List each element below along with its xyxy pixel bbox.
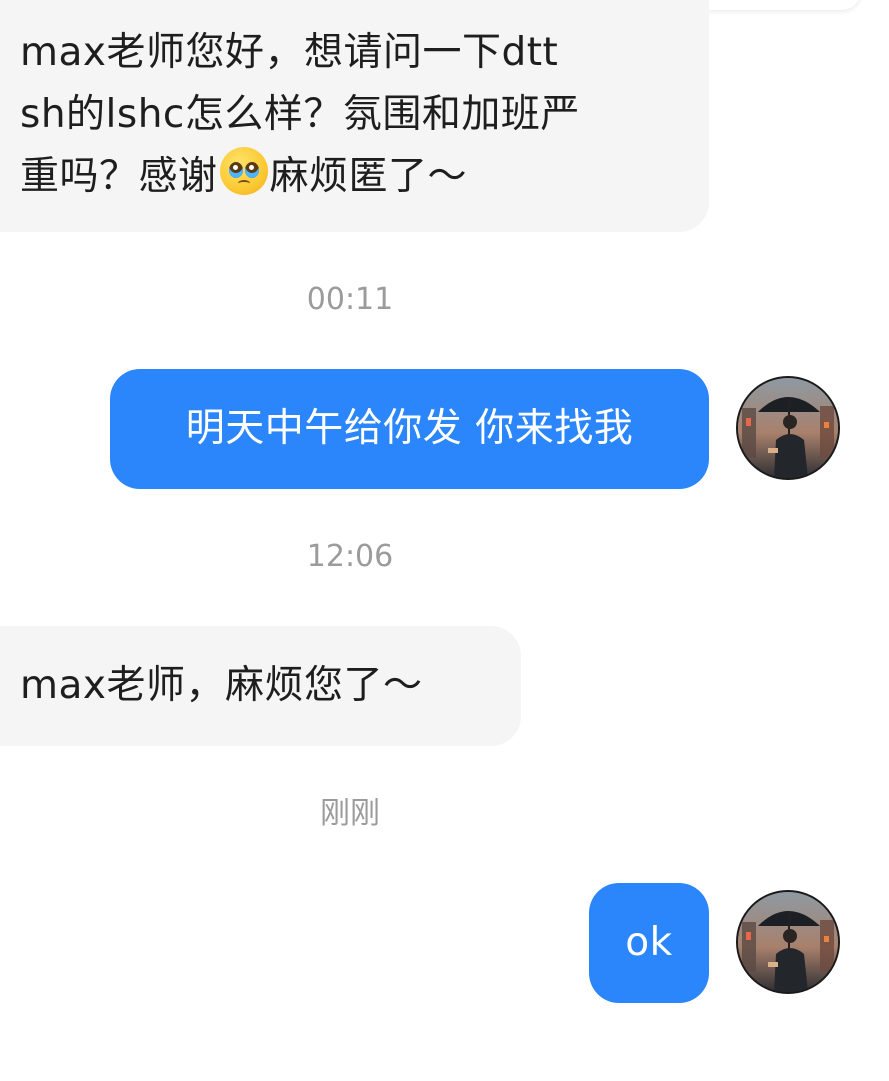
user-avatar-icon[interactable]: [736, 890, 840, 994]
message-text-line: 重吗？感谢 麻烦匿了～: [20, 146, 689, 208]
incoming-message-bubble[interactable]: max老师，麻烦您了～: [0, 626, 521, 746]
message-timestamp: 12:06: [306, 539, 394, 574]
message-timestamp: 刚刚: [320, 796, 380, 831]
man-with-umbrella-icon: [738, 892, 838, 992]
message-text-segment: 麻烦匿了～: [269, 154, 468, 199]
pleading-face-emoji-icon: [219, 147, 268, 195]
chat-screen: max老师您好，想请问一下dtt sh的lshc怎么样？氛围和加班严 重吗？感谢…: [0, 0, 889, 1081]
incoming-message-bubble[interactable]: max老师您好，想请问一下dtt sh的lshc怎么样？氛围和加班严 重吗？感谢…: [0, 0, 709, 232]
outgoing-message-bubble[interactable]: 明天中午给你发 你来找我: [110, 369, 709, 489]
message-text-line: sh的lshc怎么样？氛围和加班严: [20, 92, 580, 137]
message-timestamp: 00:11: [306, 282, 394, 317]
outgoing-message-bubble[interactable]: ok: [589, 883, 709, 1003]
message-text-line: max老师您好，想请问一下dtt: [20, 30, 559, 75]
message-text-segment: 重吗？感谢: [20, 154, 218, 199]
man-with-umbrella-icon: [738, 378, 838, 478]
user-avatar-icon[interactable]: [736, 376, 840, 480]
